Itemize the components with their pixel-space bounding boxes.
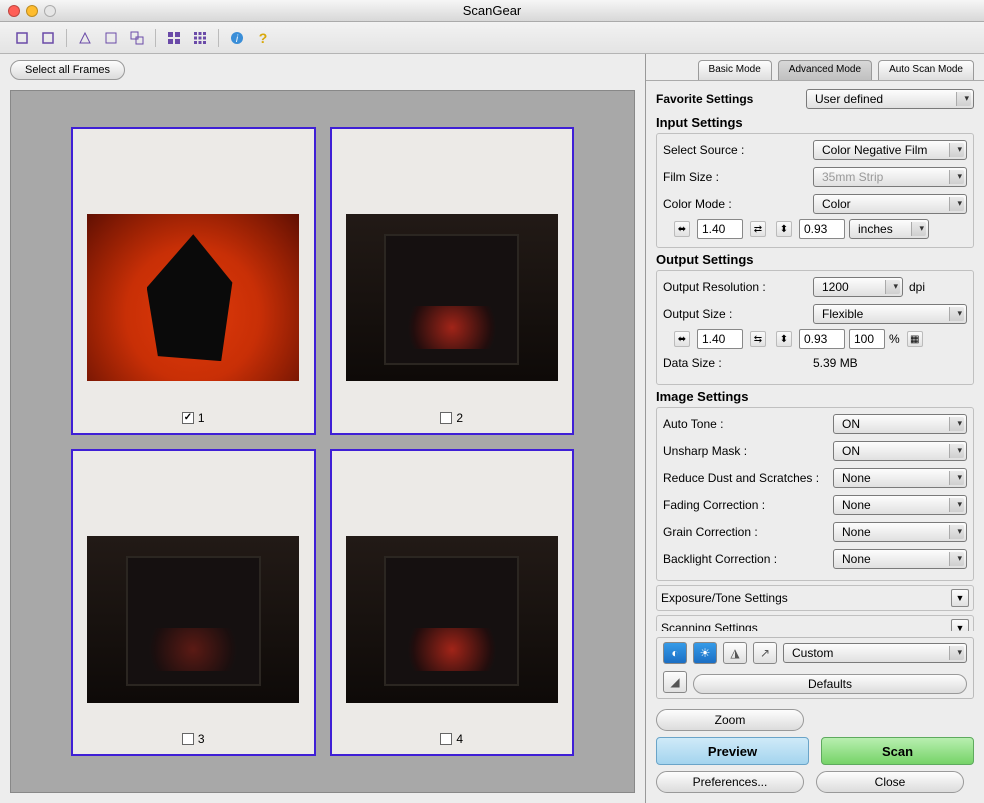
output-height-field[interactable] [799, 329, 845, 349]
chevron-down-icon: ▼ [951, 589, 969, 607]
grain-label: Grain Correction : [663, 525, 833, 539]
threshold-icon[interactable]: ◢ [663, 671, 687, 693]
unsharp-label: Unsharp Mask : [663, 444, 833, 458]
auto-tone-label: Auto Tone : [663, 417, 833, 431]
dpi-label: dpi [909, 280, 925, 294]
frame-2-number: 2 [456, 411, 463, 425]
info-icon[interactable]: i [229, 30, 245, 46]
frame-4-checkbox[interactable] [440, 733, 452, 745]
input-height-field[interactable] [799, 219, 845, 239]
exposure-tone-row[interactable]: Exposure/Tone Settings ▼ [656, 585, 974, 611]
rotate-left-icon[interactable] [14, 30, 30, 46]
brightness-icon[interactable]: ☀ [693, 642, 717, 664]
chevron-down-icon: ▼ [951, 619, 969, 631]
frame-2-thumbnail [346, 214, 558, 381]
adjust-preset-select[interactable]: Custom [783, 643, 967, 663]
image-heading: Image Settings [656, 389, 974, 404]
minimize-icon[interactable] [26, 5, 38, 17]
input-width-icon[interactable]: ⬌ [674, 221, 690, 237]
output-resolution-label: Output Resolution : [663, 280, 813, 294]
output-scale-field[interactable] [849, 329, 885, 349]
rotate-right-icon[interactable] [40, 30, 56, 46]
lock-ratio-icon[interactable]: ⇆ [750, 331, 766, 347]
preview-area: 1 2 3 4 [10, 90, 635, 793]
backlight-label: Backlight Correction : [663, 552, 833, 566]
preview-button[interactable]: Preview [656, 737, 809, 765]
titlebar: ScanGear [0, 0, 984, 22]
auto-tone-select[interactable]: ON [833, 414, 967, 434]
frame-4[interactable]: 4 [330, 449, 575, 757]
svg-text:?: ? [259, 31, 268, 45]
crop-add-icon[interactable] [103, 30, 119, 46]
help-icon[interactable]: ? [255, 30, 271, 46]
grain-select[interactable]: None [833, 522, 967, 542]
curves-icon[interactable]: ↗ [753, 642, 777, 664]
tab-basic-mode[interactable]: Basic Mode [698, 60, 772, 80]
saturation-icon[interactable]: ◐ [663, 642, 687, 664]
flip-icon[interactable] [77, 30, 93, 46]
frame-2[interactable]: 2 [330, 127, 575, 435]
input-width-field[interactable] [697, 219, 743, 239]
color-mode-select[interactable]: Color [813, 194, 967, 214]
select-source-select[interactable]: Color Negative Film [813, 140, 967, 160]
output-heading: Output Settings [656, 252, 974, 267]
scanning-settings-row[interactable]: Scanning Settings ▼ [656, 615, 974, 631]
favorite-label: Favorite Settings [656, 92, 806, 106]
color-mode-label: Color Mode : [663, 197, 813, 211]
close-button[interactable]: Close [816, 771, 964, 793]
scale-icon[interactable]: ▦ [907, 331, 923, 347]
frame-1-thumbnail [87, 214, 299, 381]
output-width-icon[interactable]: ⬌ [674, 331, 690, 347]
film-size-select: 35mm Strip [813, 167, 967, 187]
dust-select[interactable]: None [833, 468, 967, 488]
output-height-icon[interactable]: ⬍ [776, 331, 792, 347]
thumb-small-icon[interactable] [192, 30, 208, 46]
thumb-large-icon[interactable] [166, 30, 182, 46]
select-all-frames-button[interactable]: Select all Frames [10, 60, 125, 80]
preferences-button[interactable]: Preferences... [656, 771, 804, 793]
tab-auto-scan-mode[interactable]: Auto Scan Mode [878, 60, 974, 80]
frame-2-checkbox[interactable] [440, 412, 452, 424]
backlight-select[interactable]: None [833, 549, 967, 569]
tab-advanced-mode[interactable]: Advanced Mode [778, 60, 872, 80]
window-title: ScanGear [0, 3, 984, 18]
frame-3[interactable]: 3 [71, 449, 316, 757]
fading-select[interactable]: None [833, 495, 967, 515]
frame-1-checkbox[interactable] [182, 412, 194, 424]
close-icon[interactable] [8, 5, 20, 17]
data-size-label: Data Size : [663, 356, 813, 370]
input-heading: Input Settings [656, 115, 974, 130]
frame-3-thumbnail [87, 536, 299, 703]
fading-label: Fading Correction : [663, 498, 833, 512]
output-width-field[interactable] [697, 329, 743, 349]
scan-button[interactable]: Scan [821, 737, 974, 765]
frame-4-thumbnail [346, 536, 558, 703]
frame-3-checkbox[interactable] [182, 733, 194, 745]
data-size-value: 5.39 MB [813, 356, 858, 370]
zoom-window-icon[interactable] [44, 5, 56, 17]
film-size-label: Film Size : [663, 170, 813, 184]
swap-icon[interactable]: ⇄ [750, 221, 766, 237]
histogram-icon[interactable]: ◮ [723, 642, 747, 664]
output-size-select[interactable]: Flexible [813, 304, 967, 324]
frame-1[interactable]: 1 [71, 127, 316, 435]
unsharp-select[interactable]: ON [833, 441, 967, 461]
crop-remove-icon[interactable] [129, 30, 145, 46]
frame-4-number: 4 [456, 732, 463, 746]
toolbar: i ? [0, 22, 984, 54]
zoom-button[interactable]: Zoom [656, 709, 804, 731]
select-source-label: Select Source : [663, 143, 813, 157]
output-resolution-select[interactable]: 1200 [813, 277, 903, 297]
dust-label: Reduce Dust and Scratches : [663, 471, 833, 485]
frame-3-number: 3 [198, 732, 205, 746]
input-units-select[interactable]: inches [849, 219, 929, 239]
defaults-button[interactable]: Defaults [693, 674, 967, 694]
output-size-label: Output Size : [663, 307, 813, 321]
percent-label: % [889, 332, 900, 346]
frame-1-number: 1 [198, 411, 205, 425]
favorite-select[interactable]: User defined [806, 89, 974, 109]
input-height-icon[interactable]: ⬍ [776, 221, 792, 237]
